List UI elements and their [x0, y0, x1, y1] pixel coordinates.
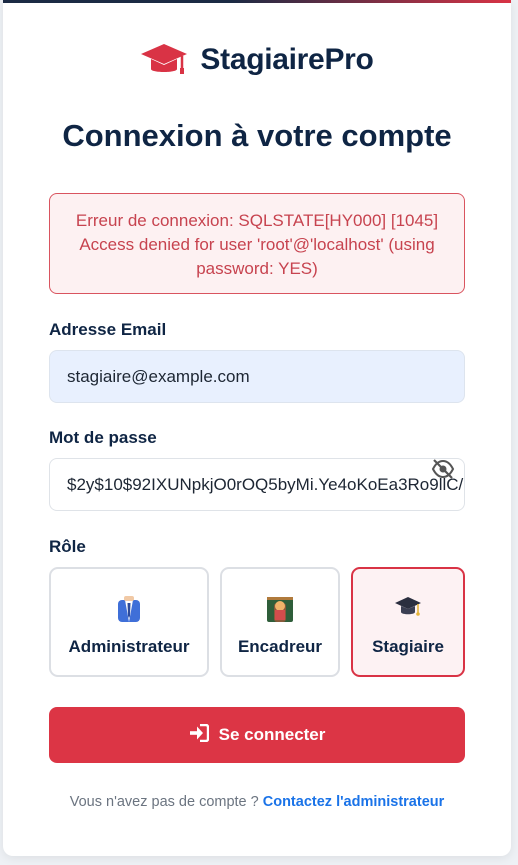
- email-field[interactable]: stagiaire@example.com: [49, 350, 465, 403]
- man-in-suit-icon: [115, 593, 143, 623]
- page-title: Connexion à votre compte: [62, 118, 452, 153]
- graduation-cap-icon: [394, 593, 422, 623]
- role-label-stagiaire: Stagiaire: [372, 637, 444, 656]
- brand-header: StagiairePro: [3, 42, 511, 78]
- role-label: Rôle: [49, 537, 86, 556]
- email-label: Adresse Email: [49, 320, 167, 339]
- sign-in-icon: [189, 723, 209, 747]
- contact-admin-link[interactable]: Contactez l'administrateur: [263, 794, 445, 810]
- footer-text: Vous n'avez pas de compte ?: [69, 794, 259, 810]
- role-option-stagiaire[interactable]: Stagiaire: [351, 567, 465, 677]
- password-field[interactable]: $2y$10$92IXUNpkjO0rOQ5byMi.Ye4oKoEa3Ro9l…: [49, 458, 465, 511]
- teacher-icon: [266, 593, 294, 623]
- login-card: StagiairePro Connexion à votre compte Er…: [3, 0, 511, 856]
- brand-name: StagiairePro: [200, 43, 374, 76]
- footer: Vous n'avez pas de compte ? Contactez l'…: [3, 794, 511, 810]
- role-selector: Administrateur Encadreur Stagiaire: [49, 567, 465, 677]
- login-button[interactable]: Se connecter: [49, 707, 465, 763]
- error-alert: Erreur de connexion: SQLSTATE[HY000] [10…: [49, 193, 465, 294]
- login-button-label: Se connecter: [218, 725, 326, 744]
- eye-slash-icon[interactable]: [431, 459, 499, 484]
- role-option-administrateur[interactable]: Administrateur: [49, 567, 209, 677]
- top-accent-bar: [3, 0, 511, 3]
- graduation-cap-icon: [140, 42, 188, 78]
- role-label-encadreur: Encadreur: [237, 637, 323, 656]
- password-value: $2y$10$92IXUNpkjO0rOQ5byMi.Ye4oKoEa3Ro9l…: [67, 474, 465, 494]
- role-option-encadreur[interactable]: Encadreur: [220, 567, 340, 677]
- role-label-administrateur: Administrateur: [68, 637, 190, 656]
- password-label: Mot de passe: [49, 428, 157, 447]
